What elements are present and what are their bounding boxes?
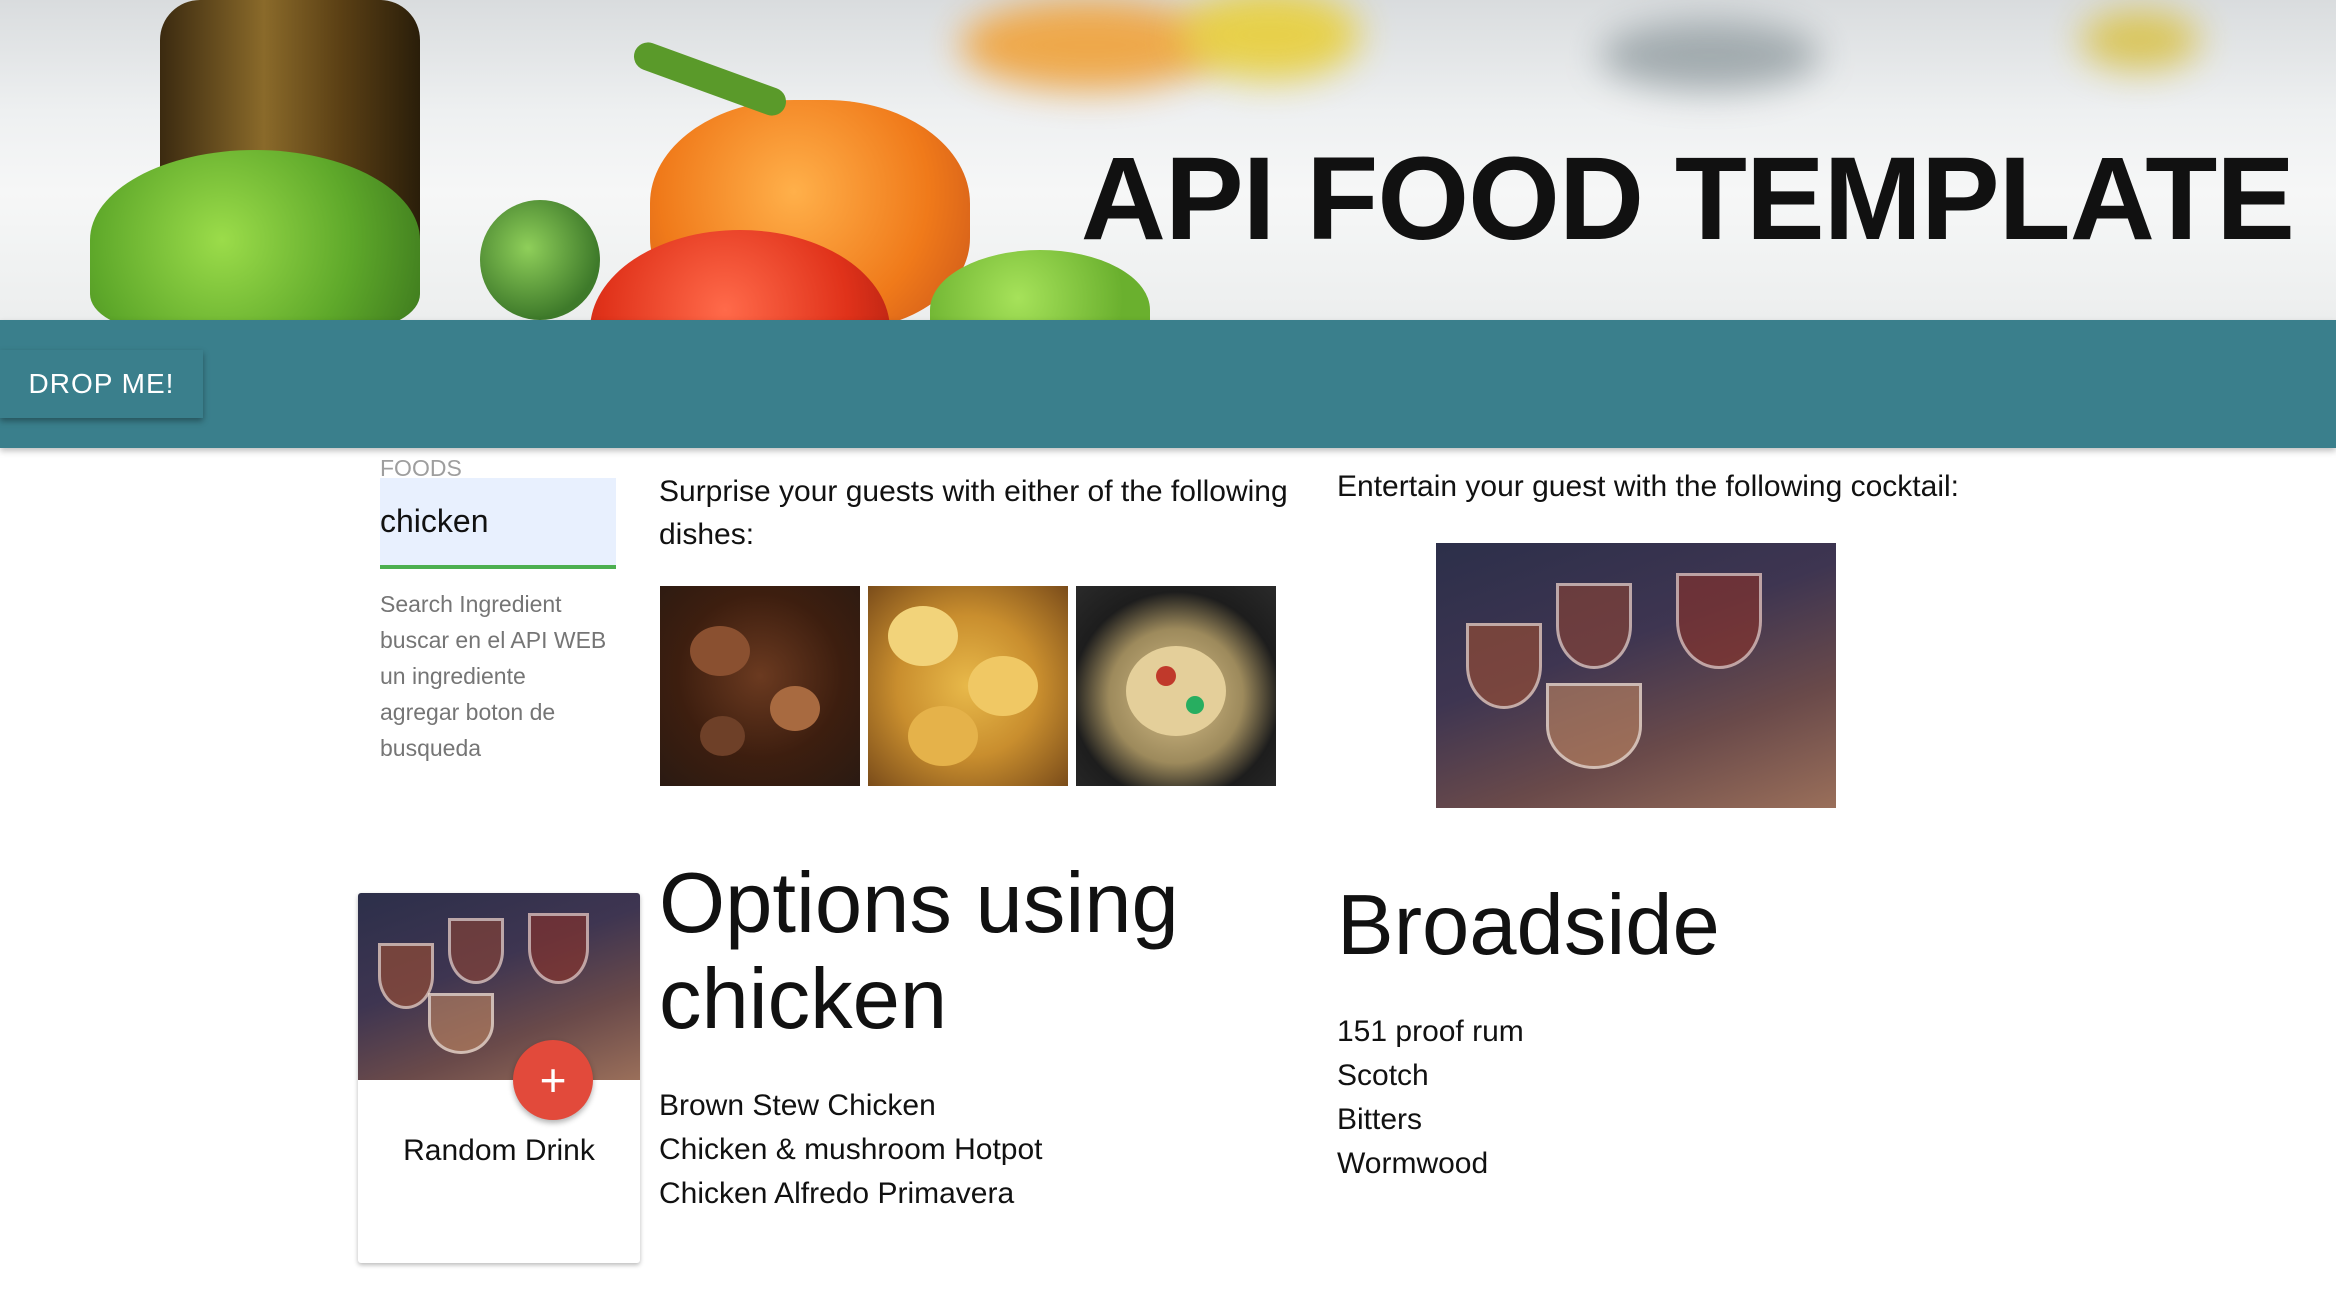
glass-shape — [1556, 583, 1632, 669]
hero-bg-shelf — [1600, 20, 1820, 90]
dish-options-list: Brown Stew Chicken Chicken & mushroom Ho… — [659, 1084, 1043, 1216]
hero-bg-jar — [2080, 10, 2200, 70]
ingredient-search-input[interactable] — [380, 478, 616, 569]
dishes-intro-text: Surprise your guests with either of the … — [659, 475, 1288, 551]
options-heading: Options using chicken — [659, 856, 1179, 1047]
dish-texture — [1156, 666, 1176, 686]
random-drink-card-image — [358, 893, 640, 1080]
glass-shape — [1676, 573, 1762, 669]
dish-image-chicken-alfredo-primavera[interactable] — [1076, 586, 1276, 786]
glass-shape — [1546, 683, 1642, 769]
dish-texture — [968, 656, 1038, 716]
dish-texture — [1126, 646, 1226, 736]
cucumber-illustration — [480, 200, 600, 320]
cocktail-intro-text: Entertain your guest with the following … — [1337, 470, 1959, 503]
glass-shape — [378, 943, 434, 1009]
helper-line: buscar en el API WEB — [380, 627, 607, 653]
dish-texture — [908, 706, 978, 766]
helper-line: busqueda — [380, 735, 482, 761]
dish-texture — [770, 686, 820, 731]
glass-shape — [528, 913, 589, 984]
dish-texture — [700, 716, 745, 756]
dish-texture — [1186, 696, 1204, 714]
random-drink-card: + Random Drink — [358, 893, 640, 1263]
helper-line: un ingrediente — [380, 663, 526, 689]
pepper-stem-illustration — [630, 38, 790, 120]
glass-shape — [428, 993, 494, 1054]
ingredient-item: Wormwood — [1337, 1147, 1489, 1180]
ingredient-item: Bitters — [1337, 1103, 1423, 1136]
hero-bg-fruit — [960, 0, 1220, 90]
dish-option-item: Brown Stew Chicken — [659, 1089, 936, 1122]
lettuce-illustration — [90, 150, 420, 320]
dish-image-chicken-mushroom-hotpot[interactable] — [868, 586, 1068, 786]
ingredient-item: 151 proof rum — [1337, 1015, 1524, 1048]
ingredient-item: Scotch — [1337, 1059, 1429, 1092]
glass-shape — [1466, 623, 1542, 709]
page-title: API FOOD TEMPLATE — [1080, 133, 2295, 265]
cocktail-name: Broadside — [1337, 878, 1720, 973]
cocktail-ingredients-list: 151 proof rum Scotch Bitters Wormwood — [1337, 1010, 1524, 1186]
dish-texture — [888, 606, 958, 666]
dish-option-item: Chicken & mushroom Hotpot — [659, 1133, 1043, 1166]
plus-icon: + — [539, 1054, 567, 1106]
cocktail-image — [1436, 543, 1836, 808]
glass-shape — [448, 918, 504, 984]
add-random-drink-button[interactable]: + — [513, 1040, 593, 1120]
dish-image-brown-stew-chicken[interactable] — [660, 586, 860, 786]
drop-me-button[interactable]: DROP ME! — [0, 350, 203, 418]
helper-line: Search Ingredient — [380, 591, 562, 617]
random-drink-title: Random Drink — [403, 1134, 595, 1167]
hero-bg-fruit — [1180, 0, 1360, 80]
dish-texture — [690, 626, 750, 676]
hero-banner: API FOOD TEMPLATE — [0, 0, 2336, 320]
nav-bar: DROP ME! — [0, 320, 2336, 448]
helper-line: agregar boton de — [380, 699, 556, 725]
search-helper-text: Search Ingredient buscar en el API WEB u… — [380, 586, 630, 766]
dish-option-item: Chicken Alfredo Primavera — [659, 1177, 1015, 1210]
